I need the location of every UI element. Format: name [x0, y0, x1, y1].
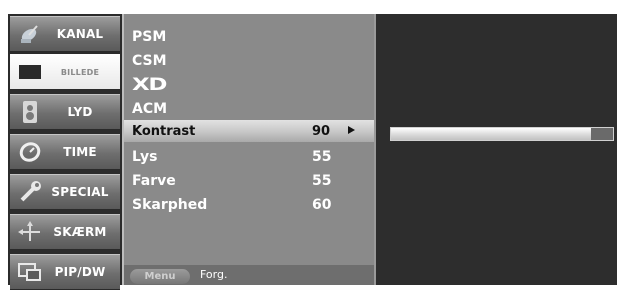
menu-item-label: ACM	[132, 100, 168, 117]
menu-item-label: CSM	[132, 52, 167, 69]
menu-item-kontrast[interactable]: Kontrast 90	[124, 120, 374, 142]
tab-lyd[interactable]: LYD	[10, 94, 120, 130]
screen-arrows-icon	[16, 220, 44, 244]
tab-label: SPECIAL	[51, 185, 109, 199]
clock-icon	[16, 140, 44, 164]
picture-screen-icon	[16, 60, 44, 84]
menu-item-label: Farve	[132, 172, 176, 189]
menu-item-label: PSM	[132, 28, 167, 45]
menu-item-value: 55	[312, 148, 332, 165]
tab-special[interactable]: SPECIAL	[10, 174, 120, 210]
menu-item-lys[interactable]: Lys 55	[124, 145, 374, 168]
menu-item-label: XD	[132, 74, 167, 95]
tv-osd-menu: KANAL BILLEDE LYD TIME SPECIAL SKÆRM PIP…	[8, 14, 617, 290]
arrow-right-icon	[348, 126, 355, 134]
menu-item-label: Skarphed	[132, 196, 208, 213]
adjustment-panel	[374, 14, 617, 285]
slider-fill	[391, 128, 591, 140]
speaker-icon	[16, 100, 44, 124]
menu-item-psm[interactable]: PSM	[124, 25, 374, 48]
pip-windows-icon	[16, 260, 44, 284]
picture-settings-menu: PSM CSM XD ACM Kontrast 90 Lys 55 Farve …	[122, 14, 374, 285]
tab-label: TIME	[63, 145, 97, 159]
tab-time[interactable]: TIME	[10, 134, 120, 170]
tab-label: PIP/DW	[54, 265, 106, 279]
menu-footer: Menu Forg.	[124, 265, 374, 285]
menu-item-xd[interactable]: XD	[124, 73, 374, 96]
tab-kanal[interactable]: KANAL	[10, 16, 120, 52]
tab-label: SKÆRM	[53, 225, 107, 239]
menu-hint-text: Forg.	[200, 268, 228, 281]
menu-item-label: Lys	[132, 148, 158, 165]
menu-item-value: 90	[312, 123, 331, 139]
menu-item-label: Kontrast	[132, 123, 196, 139]
tab-label: KANAL	[56, 27, 104, 41]
wrench-icon	[16, 180, 44, 204]
menu-item-csm[interactable]: CSM	[124, 49, 374, 72]
tab-label: LYD	[67, 105, 93, 119]
category-tab-column: KANAL BILLEDE LYD TIME SPECIAL SKÆRM PIP…	[8, 14, 122, 290]
menu-button[interactable]: Menu	[130, 269, 190, 284]
menu-item-acm[interactable]: ACM	[124, 97, 374, 120]
menu-item-value: 60	[312, 196, 332, 213]
menu-item-farve[interactable]: Farve 55	[124, 169, 374, 192]
menu-item-value: 55	[312, 172, 332, 189]
tab-billede[interactable]: BILLEDE	[10, 54, 120, 90]
kontrast-slider[interactable]	[390, 127, 614, 141]
tab-skaerm[interactable]: SKÆRM	[10, 214, 120, 250]
menu-item-skarphed[interactable]: Skarphed 60	[124, 193, 374, 216]
channel-satellite-icon	[16, 22, 44, 46]
tab-label: BILLEDE	[60, 67, 100, 77]
